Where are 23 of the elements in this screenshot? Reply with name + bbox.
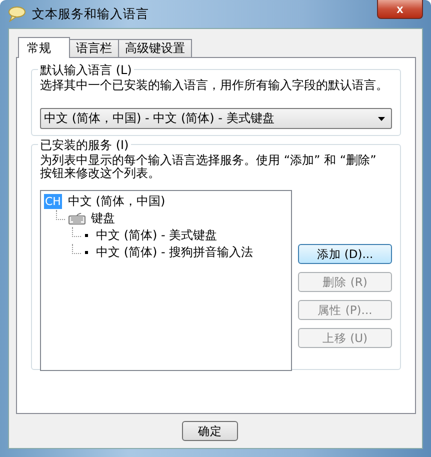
tree-item[interactable]: 键盘: [89, 210, 117, 227]
action-button[interactable]: 添加 (D)...: [298, 244, 392, 264]
window-title: 文本服务和输入语言: [32, 6, 149, 22]
ok-button[interactable]: 确定: [182, 421, 238, 441]
language-badge: CH: [44, 194, 62, 209]
tree-item[interactable]: 中文 (简体) - 搜狗拼音输入法: [94, 244, 256, 261]
keyboard-icon: [68, 212, 86, 224]
tree-item[interactable]: 中文 (简体) - 美式键盘: [94, 227, 220, 244]
dropdown-arrow-icon: [378, 116, 385, 120]
speech-bubble-icon: [8, 6, 26, 22]
group-label: 已安装的服务 (I): [38, 137, 131, 154]
language-dropdown[interactable]: 中文 (简体，中国) - 中文 (简体) - 美式键盘: [40, 108, 392, 129]
tab[interactable]: 语言栏: [69, 39, 119, 57]
group-description: 选择其中一个已安装的输入语言，用作所有输入字段的默认语言。: [40, 79, 389, 92]
tree-item[interactable]: 中文 (简体，中国): [66, 193, 168, 210]
group-description: 为列表中显示的每个输入语言选择服务。使用 “添加” 和 “删除” 按钮来修改这个列表。: [40, 154, 378, 180]
group-label: 默认输入语言 (L): [38, 62, 134, 79]
close-button[interactable]: x: [377, 0, 423, 19]
tab[interactable]: 高级键设置: [118, 39, 192, 57]
tab[interactable]: 常规: [18, 37, 70, 58]
services-tree[interactable]: CH 中文 (简体，中国) 键盘 中文 (简体) - 美式键盘 中文 (简体) - 搜狗拼音输入法: [40, 190, 292, 371]
bullet-icon: [85, 234, 88, 237]
bullet-icon: [85, 251, 88, 254]
